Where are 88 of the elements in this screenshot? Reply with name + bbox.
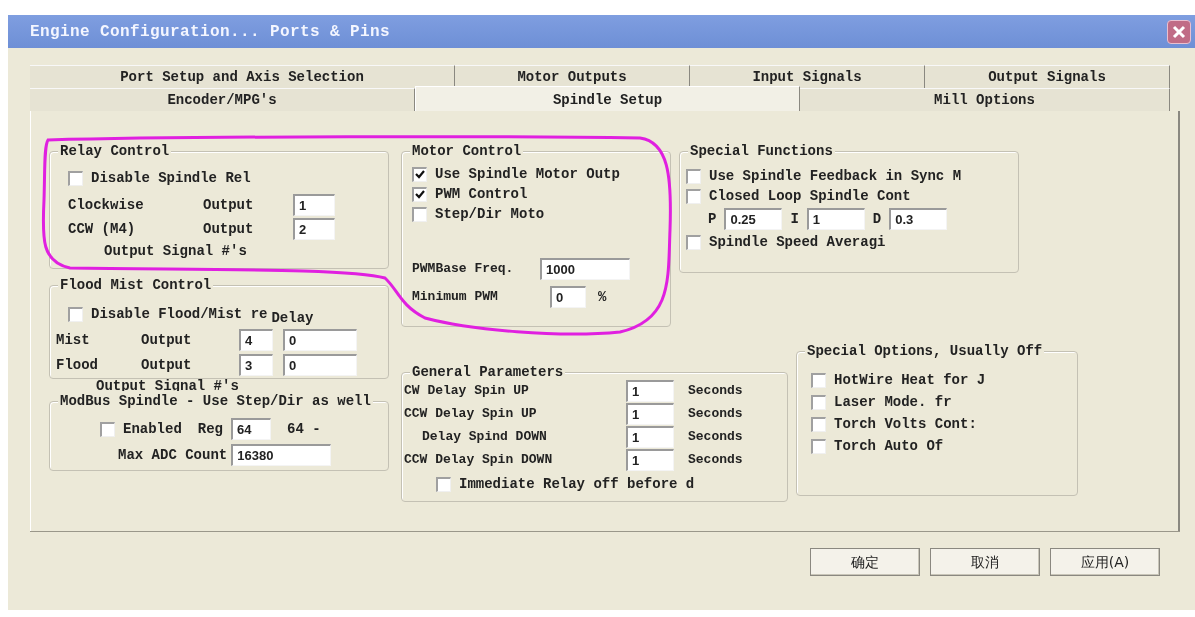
checkbox[interactable] [686, 168, 701, 184]
delay-label: CW Delay Spin UP [404, 381, 530, 400]
output-signal-caption: Output Signal #'s [95, 377, 240, 394]
checkbox-label: Closed Loop Spindle Cont [709, 186, 911, 206]
max-adc-label: Max ADC Count [118, 445, 228, 465]
checkbox[interactable] [436, 476, 451, 492]
output-name: Mist [56, 330, 91, 350]
input-field[interactable]: 0 [283, 354, 357, 376]
tab[interactable]: Spindle Setup [415, 86, 800, 113]
checkbox-label: PWM Control [435, 184, 528, 204]
output-name: CCW (M4) [68, 219, 137, 239]
checkbox[interactable] [412, 166, 427, 182]
seconds-unit: Seconds [688, 427, 743, 446]
input-field[interactable]: 1 [626, 425, 674, 448]
checkbox-label: HotWire Heat for J [834, 370, 986, 390]
dialog-button[interactable]: 应用(A) [1050, 548, 1160, 576]
reg-suffix: 64 - [287, 419, 321, 439]
checkbox-label: Step/Dir Moto [435, 204, 545, 224]
input-field[interactable]: 1 [626, 379, 674, 402]
output-name: Flood [56, 355, 99, 375]
checkbox-label: Disable Spindle Rel [91, 168, 251, 188]
input-field[interactable]: 0.25 [724, 208, 783, 230]
checkbox-label: Spindle Speed Averagi [709, 232, 886, 252]
checkbox-label: Torch Auto Of [834, 436, 944, 456]
input-field[interactable]: 1 [293, 194, 335, 216]
checkbox[interactable] [68, 170, 83, 186]
input-field[interactable]: 4 [239, 329, 273, 351]
delay-label: Delay Spind DOWN [421, 427, 548, 446]
tab[interactable]: Output Signals [925, 65, 1170, 88]
tab[interactable]: Input Signals [690, 65, 925, 88]
dialog-button[interactable]: 确定 [810, 548, 920, 576]
pwm-base-freq-label: PWMBase Freq. [412, 260, 515, 279]
checkmark-icon [415, 190, 425, 199]
input-field[interactable]: 1000 [540, 258, 630, 280]
percent-unit: % [598, 287, 607, 307]
output-label: Output [141, 330, 193, 350]
checkbox-label: Laser Mode. fr [834, 392, 952, 412]
input-field[interactable]: 1 [626, 448, 674, 471]
reg-label: Reg [197, 419, 224, 439]
close-icon [1172, 24, 1186, 39]
delay-label: Delay [271, 309, 314, 328]
delay-label: CCW Delay Spin DOWN [404, 450, 554, 469]
output-signal-caption: Output Signal #'s [103, 242, 248, 261]
output-name: Clockwise [68, 195, 145, 215]
checkbox[interactable] [100, 421, 115, 437]
window-title: Engine Configuration... Ports & Pins [30, 21, 391, 43]
checkbox-label: Enabled [123, 419, 182, 439]
pid-label: I [790, 209, 799, 229]
input-field[interactable]: 0.3 [889, 208, 948, 230]
checkbox-label: Use Spindle Motor Outp [435, 164, 620, 184]
seconds-unit: Seconds [688, 450, 743, 469]
checkmark-icon [415, 170, 425, 179]
input-field[interactable]: 16380 [231, 444, 332, 466]
close-button[interactable] [1167, 19, 1191, 44]
output-label: Output [141, 355, 193, 375]
checkbox[interactable] [686, 188, 701, 204]
input-field[interactable]: 0 [550, 286, 586, 308]
checkbox[interactable] [811, 394, 826, 410]
pid-label: D [872, 209, 882, 229]
checkbox-label: Use Spindle Feedback in Sync M [709, 166, 962, 186]
checkbox[interactable] [686, 234, 701, 250]
checkbox[interactable] [412, 186, 427, 202]
input-field[interactable]: 0 [283, 329, 357, 351]
input-field[interactable]: 2 [293, 218, 335, 240]
pid-label: P [708, 209, 717, 229]
input-field[interactable]: 1 [626, 402, 674, 425]
checkbox-label: Disable Flood/Mist re [91, 305, 268, 324]
delay-label: CCW Delay Spin UP [404, 404, 538, 423]
seconds-unit: Seconds [688, 381, 743, 400]
dialog-button[interactable]: 取消 [930, 548, 1040, 576]
input-field[interactable]: 64 [231, 418, 272, 440]
tab[interactable]: Mill Options [800, 88, 1170, 111]
checkbox[interactable] [811, 438, 826, 454]
seconds-unit: Seconds [688, 404, 743, 423]
checkbox-label: Torch Volts Cont: [834, 414, 977, 434]
output-label: Output [203, 195, 255, 215]
input-field[interactable]: 1 [806, 208, 865, 230]
tab[interactable]: Motor Outputs [455, 65, 690, 88]
checkbox[interactable] [68, 307, 83, 322]
tab[interactable]: Port Setup and Axis Selection [30, 65, 455, 88]
input-field[interactable]: 3 [239, 354, 273, 376]
checkbox-label: Immediate Relay off before d [459, 474, 695, 494]
checkbox[interactable] [412, 206, 427, 222]
tab[interactable]: Encoder/MPG's [30, 88, 415, 111]
checkbox[interactable] [811, 416, 826, 432]
output-label: Output [203, 219, 255, 239]
minimum-pwm-label: Minimum PWM [412, 288, 499, 307]
checkbox[interactable] [811, 372, 826, 388]
